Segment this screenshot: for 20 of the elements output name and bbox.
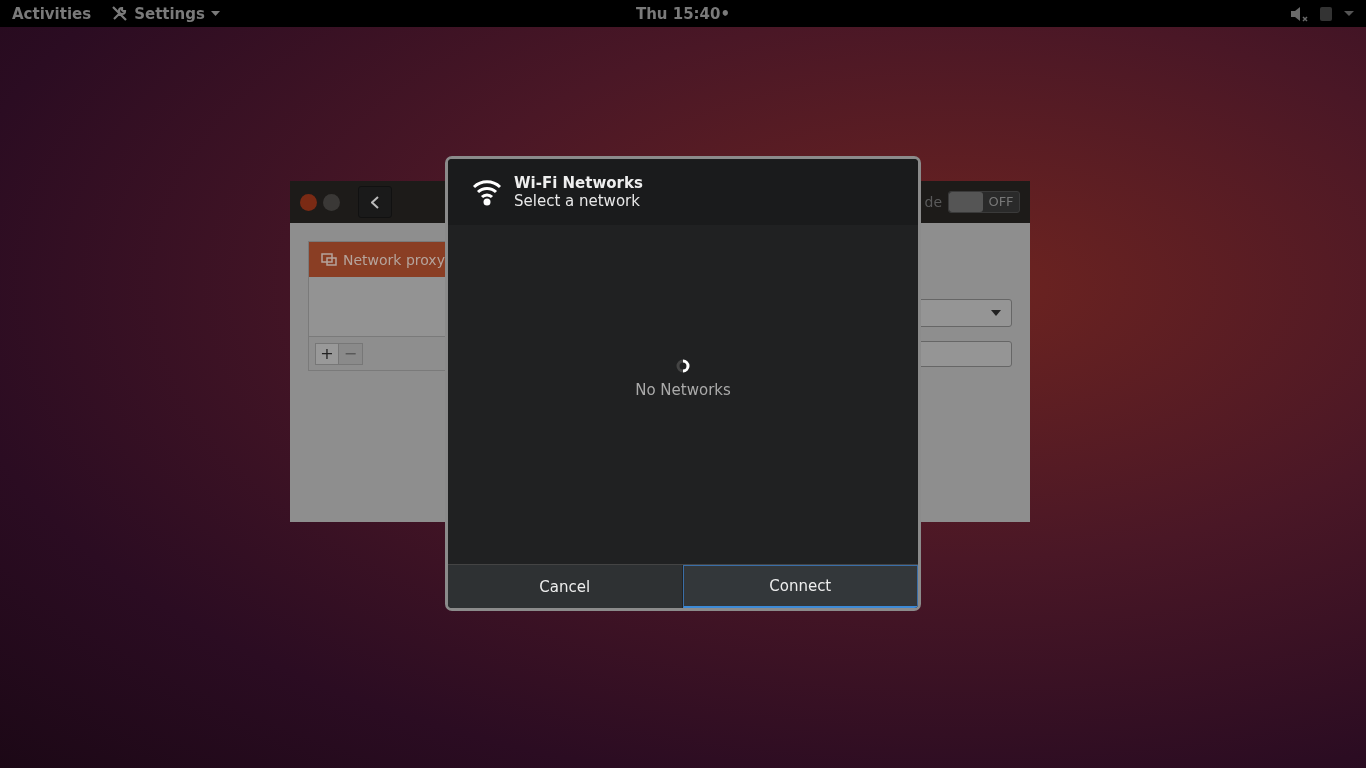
dialog-subtitle: Select a network	[514, 192, 641, 210]
system-menu-caret-icon[interactable]	[1344, 11, 1354, 16]
network-proxy-icon	[321, 252, 337, 267]
activities-button[interactable]: Activities	[12, 4, 92, 23]
dropdown-caret-icon	[210, 11, 220, 16]
add-button[interactable]: +	[315, 342, 339, 365]
loading-spinner-icon	[676, 358, 690, 373]
dialog-title: Wi-Fi Networks	[514, 174, 643, 192]
airplane-mode-label: de	[924, 194, 942, 210]
volume-muted-icon[interactable]	[1290, 5, 1308, 22]
no-networks-message: No Networks	[635, 380, 731, 399]
dialog-button[interactable]: Cancel	[448, 565, 683, 608]
clock[interactable]: Thu 15:40•	[635, 4, 731, 23]
dialog-button[interactable]: Connect	[682, 565, 918, 608]
tools-icon	[111, 5, 129, 22]
app-menu[interactable]: Settings	[111, 4, 220, 23]
wifi-icon	[472, 178, 502, 206]
back-button[interactable]	[358, 186, 392, 218]
dropdown-caret-icon	[991, 310, 1001, 316]
airplane-mode-toggle[interactable]: OFF	[948, 191, 1020, 213]
